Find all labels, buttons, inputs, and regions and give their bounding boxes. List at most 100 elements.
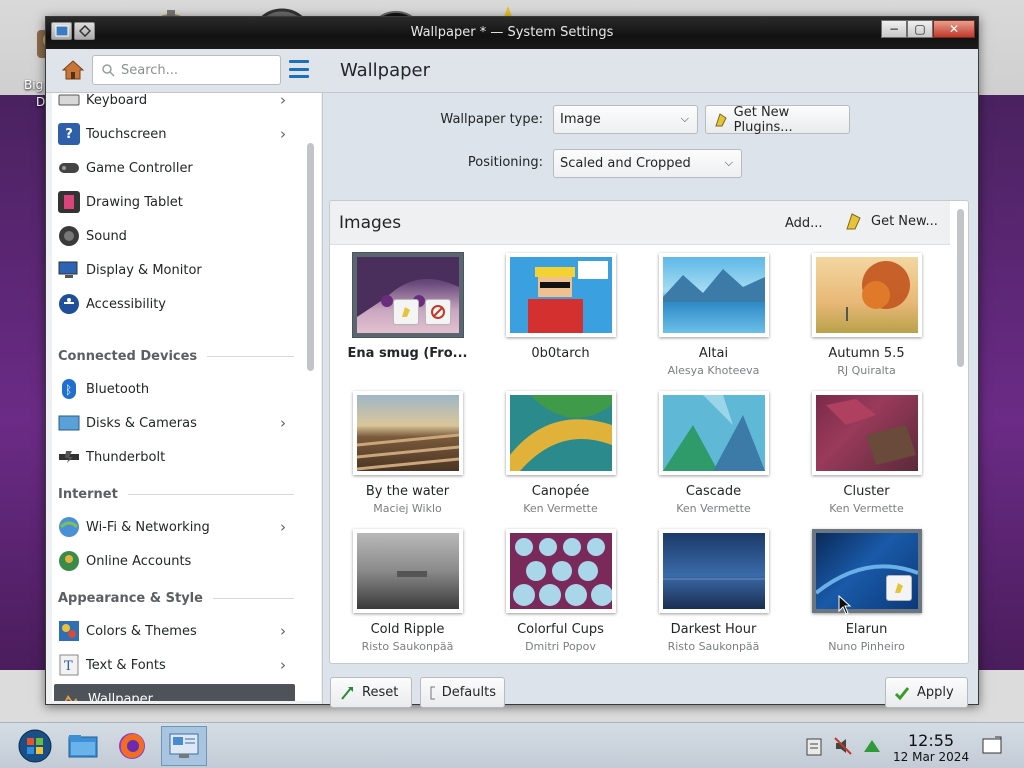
- sidebar-item-label: Text & Fonts: [86, 657, 166, 673]
- section-header-label: Internet: [58, 487, 118, 502]
- images-scrollbar[interactable]: [957, 209, 964, 367]
- search-input[interactable]: Search...: [92, 55, 281, 85]
- volume-muted-tray-icon[interactable]: [832, 736, 854, 756]
- page-title: Wallpaper: [340, 60, 431, 81]
- window-titlebar[interactable]: Wallpaper * — System Settings − ▢ ✕: [46, 17, 978, 49]
- chevron-right-icon: ›: [280, 622, 286, 640]
- wallpaper-author: Maciej Wiklo: [373, 502, 442, 515]
- sidebar-item-accessibility[interactable]: Accessibility: [52, 289, 294, 319]
- sidebar-item-label: Disks & Cameras: [86, 415, 197, 431]
- system-settings-icon: [169, 733, 199, 758]
- wallpaper-author: Ken Vermette: [523, 502, 598, 515]
- search-placeholder: Search...: [121, 62, 179, 78]
- clock-date[interactable]: 12 Mar 2024: [893, 750, 969, 764]
- window-title: Wallpaper * — System Settings: [410, 25, 614, 40]
- taskbar-firefox[interactable]: [109, 726, 155, 766]
- wallpaper-name: Cluster: [843, 484, 890, 499]
- sidebar-item-online-accounts[interactable]: Online Accounts: [52, 546, 294, 576]
- wallpaper-thumbnail: [659, 391, 769, 475]
- sidebar-item-label: Drawing Tablet: [86, 194, 183, 210]
- wallpaper-page: Wallpaper type: Image ⌵ Get New Plugins.…: [322, 93, 978, 708]
- wallpaper-tile[interactable]: Colorful Cups Dmitri Popov: [484, 525, 637, 655]
- open-folder-icon[interactable]: [886, 575, 912, 601]
- sidebar-item-keyboard[interactable]: Keyboard ›: [52, 93, 294, 115]
- sidebar-item-colors-themes[interactable]: Colors & Themes ›: [52, 616, 294, 646]
- show-desktop-icon[interactable]: [981, 736, 1003, 756]
- wallpaper-name: Cascade: [685, 484, 742, 499]
- defaults-icon: [430, 686, 435, 699]
- sidebar-item-game-controller[interactable]: Game Controller: [52, 153, 294, 183]
- get-new-plugins-label: Get New Plugins...: [733, 104, 793, 135]
- search-icon: [102, 64, 115, 77]
- taskbar-file-manager[interactable]: [60, 726, 106, 766]
- sidebar-item-wifi-networking[interactable]: Wi-Fi & Networking ›: [52, 512, 294, 542]
- sidebar-item-touchscreen[interactable]: ? Touchscreen ›: [52, 119, 294, 149]
- wallpaper-tile[interactable]: Altai Alesya Khoteeva: [637, 249, 790, 379]
- add-image-button[interactable]: Add...: [785, 216, 823, 231]
- reset-button[interactable]: Reset: [330, 677, 412, 708]
- sidebar-item-drawing-tablet[interactable]: Drawing Tablet: [52, 187, 294, 217]
- wallpaper-type-label: Wallpaper type:: [440, 112, 543, 127]
- start-icon: [18, 729, 52, 763]
- apply-button[interactable]: Apply: [885, 677, 968, 708]
- get-new-icon: [846, 213, 861, 230]
- settings-toolbar: Search... Wallpaper: [46, 49, 978, 93]
- defaults-button[interactable]: Defaults: [420, 677, 505, 708]
- wallpaper-tile[interactable]: Cold Ripple Risto Saukonpää: [331, 525, 484, 655]
- wallpaper-thumbnail: [353, 529, 463, 613]
- chevron-down-icon: ⌵: [724, 156, 733, 169]
- sidebar-item-disks-cameras[interactable]: Disks & Cameras ›: [52, 408, 294, 438]
- home-button[interactable]: [60, 57, 86, 83]
- remove-wallpaper-icon[interactable]: [425, 299, 451, 325]
- get-new-plugins-button[interactable]: Get New Plugins...: [705, 104, 850, 135]
- wallpaper-tile[interactable]: Cluster Ken Vermette: [790, 387, 943, 517]
- wallpaper-author: RJ Quiralta: [837, 364, 896, 377]
- minimize-button[interactable]: −: [881, 20, 907, 38]
- updates-tray-icon[interactable]: [861, 736, 883, 756]
- wallpaper-author: Ken Vermette: [829, 502, 904, 515]
- wallpaper-tile[interactable]: Darkest Hour Risto Saukonpää: [637, 525, 790, 655]
- wallpaper-tile[interactable]: 0b0tarch: [484, 249, 637, 379]
- taskbar-system-settings[interactable]: [161, 726, 207, 766]
- wallpaper-name: Autumn 5.5: [828, 346, 905, 361]
- wallpaper-tile[interactable]: Elarun Nuno Pinheiro: [790, 525, 943, 655]
- images-panel: Images Add... Get New... Ena smug (Fro..…: [329, 200, 969, 664]
- wallpaper-type-combo[interactable]: Image ⌵: [553, 105, 698, 134]
- sidebar-item-display[interactable]: Display & Monitor: [52, 255, 294, 285]
- clipboard-tray-icon[interactable]: [803, 736, 825, 756]
- wallpaper-author: Nuno Pinheiro: [828, 640, 905, 653]
- open-folder-icon[interactable]: [393, 299, 419, 325]
- sidebar-item-wallpaper[interactable]: Wallpaper: [54, 684, 295, 701]
- svg-text:ᛒ: ᛒ: [65, 383, 72, 397]
- start-menu-button[interactable]: [12, 726, 58, 766]
- clock-time[interactable]: 12:55: [908, 731, 954, 750]
- maximize-button[interactable]: ▢: [907, 20, 933, 38]
- reset-icon: [341, 686, 353, 700]
- wallpaper-thumbnail: [812, 391, 922, 475]
- drawing-tablet-icon: [58, 191, 80, 213]
- wallpaper-icon: [60, 688, 82, 701]
- sidebar-scrollbar[interactable]: [307, 143, 314, 371]
- wallpaper-tile[interactable]: Ena smug (Fro...: [331, 249, 484, 379]
- positioning-combo[interactable]: Scaled and Cropped ⌵: [553, 149, 742, 178]
- wallpaper-thumbnail: [353, 253, 463, 337]
- close-button[interactable]: ✕: [933, 20, 975, 38]
- checkmark-icon: [894, 686, 910, 700]
- wallpaper-tile[interactable]: Canopée Ken Vermette: [484, 387, 637, 517]
- display-icon: [58, 259, 80, 281]
- sidebar-item-label: Thunderbolt: [86, 449, 166, 465]
- sidebar-item-sound[interactable]: Sound: [52, 221, 294, 251]
- sidebar-item-bluetooth[interactable]: ᛒ Bluetooth: [52, 374, 294, 404]
- wallpaper-name: Colorful Cups: [517, 622, 604, 637]
- wallpaper-tile[interactable]: Cascade Ken Vermette: [637, 387, 790, 517]
- wallpaper-type-value: Image: [560, 112, 601, 127]
- get-new-label: Get New...: [871, 213, 938, 229]
- sidebar-item-text-fonts[interactable]: T Text & Fonts ›: [52, 650, 294, 680]
- sidebar-item-thunderbolt[interactable]: Thunderbolt: [52, 442, 294, 472]
- wallpaper-thumbnail: [506, 253, 616, 337]
- get-new-wallpapers-button[interactable]: Get New...: [845, 211, 938, 231]
- wallpaper-tile[interactable]: Autumn 5.5 RJ Quiralta: [790, 249, 943, 379]
- wallpaper-tile[interactable]: By the water Maciej Wiklo: [331, 387, 484, 517]
- sidebar-item-label: Keyboard: [86, 93, 148, 108]
- hamburger-menu-button[interactable]: [289, 60, 309, 78]
